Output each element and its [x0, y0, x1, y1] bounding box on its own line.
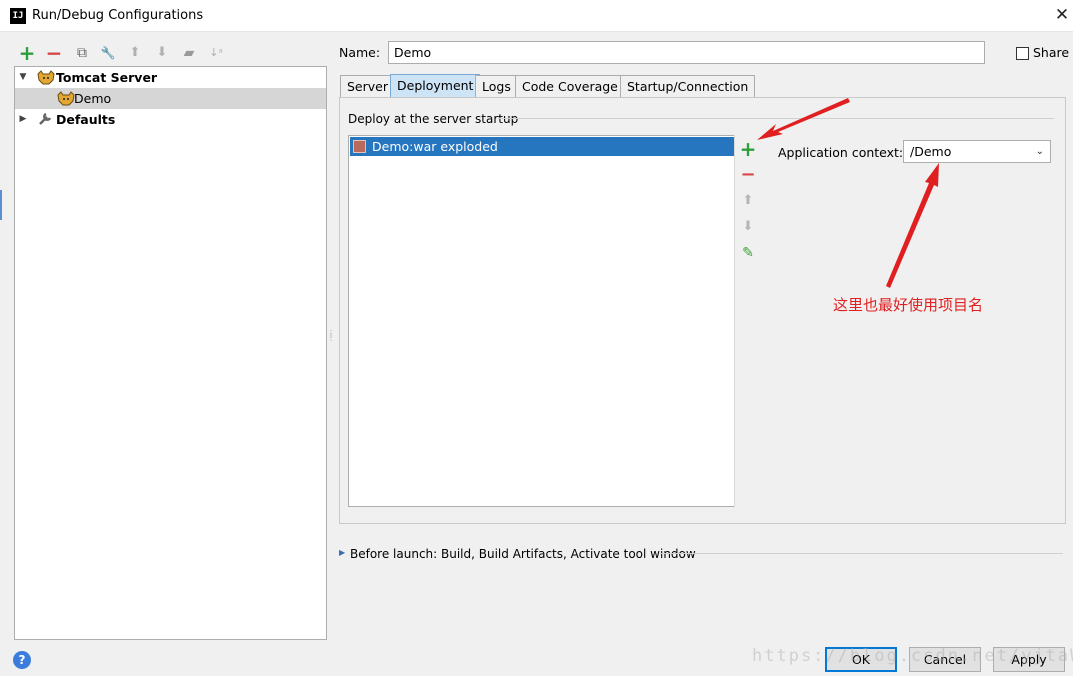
folder-icon[interactable]: ▰	[179, 43, 199, 63]
wrench-icon	[39, 112, 52, 125]
add-artifact-icon[interactable]: +	[738, 139, 758, 159]
tab-code-coverage[interactable]: Code Coverage	[515, 75, 625, 98]
tree-item-defaults[interactable]: ▶ Defaults	[15, 109, 326, 130]
tree-item-label: Tomcat Server	[56, 70, 158, 85]
artifact-label: Demo:war exploded	[372, 139, 498, 154]
splitter-grip[interactable]: ⋮ ⋮	[327, 330, 335, 346]
share-label: Share	[1033, 45, 1070, 60]
tab-logs[interactable]: Logs	[475, 75, 518, 98]
name-label: Name:	[339, 45, 381, 60]
chevron-down-icon[interactable]: ▼	[17, 67, 29, 88]
chevron-right-icon[interactable]: ▶	[17, 109, 29, 130]
tree-item-demo[interactable]: Demo	[15, 88, 326, 109]
move-down-icon[interactable]: ⬇	[152, 43, 172, 63]
close-icon[interactable]: ✕	[1052, 4, 1072, 26]
move-up-icon[interactable]: ⬆	[738, 191, 758, 211]
application-context-label: Application context:	[778, 145, 904, 160]
name-input[interactable]	[388, 41, 985, 64]
tree-item-label: Demo	[74, 91, 112, 106]
remove-icon[interactable]: −	[44, 43, 64, 63]
watermark: https://blog.csdn.net/yjtaWD97	[752, 646, 1073, 666]
annotation-note: 这里也最好使用项目名	[833, 296, 984, 314]
before-launch-label[interactable]: Before launch: Build, Build Artifacts, A…	[350, 547, 696, 561]
sort-icon[interactable]: ↓ᵃ	[206, 43, 226, 63]
section-divider	[498, 118, 1054, 119]
artifact-list[interactable]: Demo:war exploded	[348, 135, 763, 507]
tomcat-icon	[37, 70, 55, 85]
copy-icon[interactable]: ⧉	[72, 43, 92, 63]
list-item-artifact[interactable]: Demo:war exploded	[350, 137, 736, 156]
edit-defaults-icon[interactable]: 🔧	[98, 43, 118, 63]
artifact-icon	[353, 140, 366, 153]
tree-item-label: Defaults	[56, 112, 116, 127]
intellij-logo-icon: IJ	[10, 8, 26, 24]
tab-server[interactable]: Server	[340, 75, 395, 98]
tomcat-icon	[57, 91, 75, 106]
section-divider	[660, 553, 1063, 554]
edit-artifact-icon[interactable]: ✎	[738, 243, 758, 263]
chevron-right-icon[interactable]: ▶	[339, 548, 345, 557]
tab-deployment[interactable]: Deployment	[390, 74, 481, 98]
move-down-icon[interactable]: ⬇	[738, 217, 758, 237]
add-icon[interactable]: +	[17, 43, 37, 63]
window-title: Run/Debug Configurations	[32, 8, 204, 23]
application-context-value: /Demo	[910, 144, 952, 159]
move-up-icon[interactable]: ⬆	[125, 43, 145, 63]
deploy-section-title: Deploy at the server startup	[348, 112, 519, 126]
chevron-down-icon[interactable]: ⌄	[1036, 141, 1044, 162]
remove-artifact-icon[interactable]: −	[738, 165, 758, 185]
tree-item-tomcat-server[interactable]: ▼ Tomcat Server	[15, 67, 326, 88]
configuration-tree[interactable]: ▼ Tomcat Server Demo ▶ Defaults	[14, 66, 327, 640]
window-edge-accent	[0, 190, 2, 220]
help-icon[interactable]: ?	[13, 651, 31, 669]
application-context-select[interactable]: /Demo ⌄	[903, 140, 1051, 163]
share-checkbox[interactable]	[1016, 47, 1029, 60]
tab-startup-connection[interactable]: Startup/Connection	[620, 75, 756, 98]
